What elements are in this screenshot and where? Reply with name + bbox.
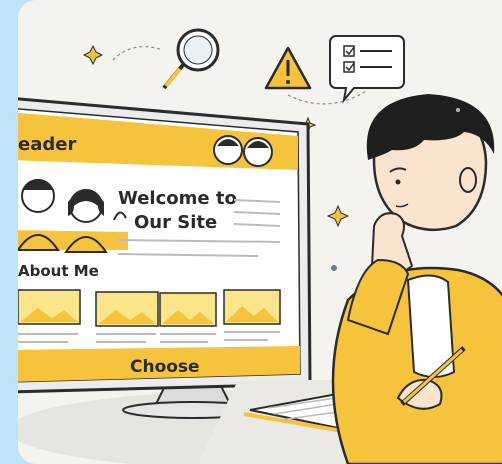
person-thinking bbox=[331, 94, 502, 464]
scene: eader Welcome to Our Site About Me Choos… bbox=[18, 28, 502, 464]
avatar bbox=[243, 137, 273, 167]
image-card bbox=[95, 291, 159, 327]
magnifier-icon bbox=[162, 28, 220, 90]
welcome-line-1: Welcome to bbox=[118, 188, 237, 209]
welcome-line-2: Our Site bbox=[134, 212, 217, 233]
doodle-line bbox=[287, 89, 369, 105]
image-card bbox=[223, 289, 281, 325]
sparkle-icon bbox=[82, 44, 104, 66]
decor-dot bbox=[456, 108, 460, 112]
section-title: About Me bbox=[18, 262, 99, 280]
sparkle-icon bbox=[326, 204, 350, 228]
checklist-icon bbox=[329, 35, 405, 104]
illustration-card: eader Welcome to Our Site About Me Choos… bbox=[18, 0, 502, 464]
choose-button-label: Choose bbox=[130, 357, 200, 377]
image-card bbox=[159, 292, 217, 327]
image-card bbox=[18, 289, 81, 325]
decor-dot bbox=[331, 265, 337, 271]
site-header-title: eader bbox=[18, 134, 76, 155]
avatar bbox=[213, 135, 243, 165]
warning-icon bbox=[264, 46, 312, 90]
doodle-line bbox=[112, 46, 164, 61]
